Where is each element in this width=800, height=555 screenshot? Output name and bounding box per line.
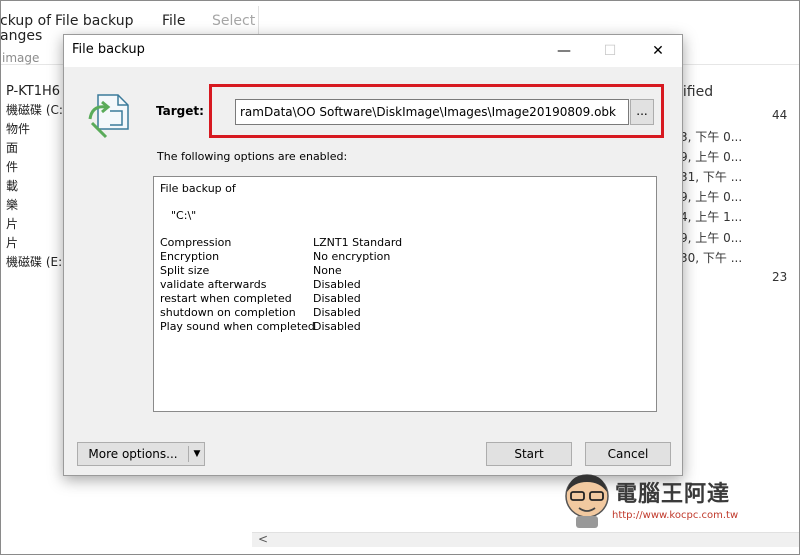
- image-frame: [0, 0, 800, 555]
